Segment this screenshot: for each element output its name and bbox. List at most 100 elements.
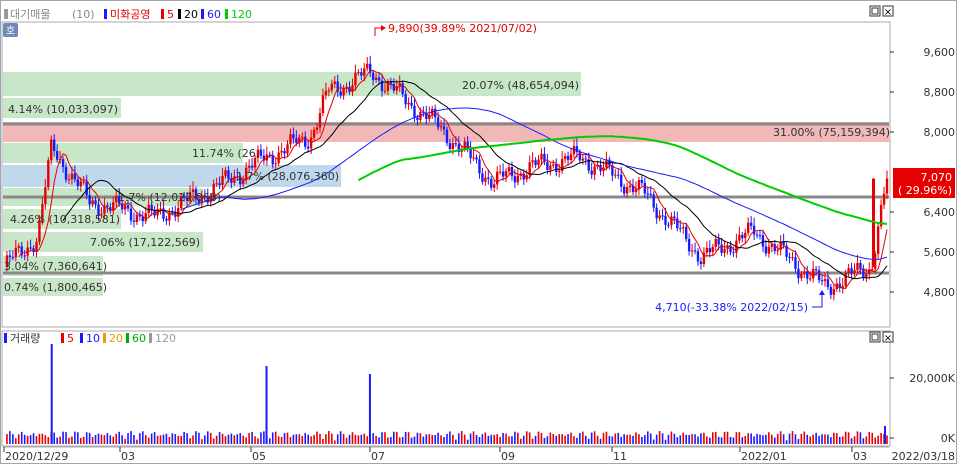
candle-body[interactable] — [215, 183, 218, 185]
candle-body[interactable] — [555, 164, 558, 172]
candle-body[interactable] — [770, 244, 774, 247]
ma-legend-60[interactable]: 60 — [207, 8, 221, 21]
candle-body[interactable] — [871, 268, 874, 270]
candle-body[interactable] — [29, 247, 32, 249]
candle-body[interactable] — [682, 226, 685, 229]
candle-body[interactable] — [885, 178, 889, 194]
candle-body[interactable] — [661, 215, 664, 217]
candle-body[interactable] — [126, 205, 130, 209]
volume-spike[interactable] — [368, 374, 371, 444]
candle-body[interactable] — [88, 195, 91, 205]
candle-body[interactable] — [312, 129, 316, 138]
candle-body[interactable] — [800, 273, 803, 279]
vol-ma-legend-60[interactable]: 60 — [132, 332, 146, 345]
candle-body[interactable] — [123, 205, 127, 210]
candle-body[interactable] — [389, 82, 393, 84]
candle-body[interactable] — [637, 179, 641, 190]
candle-body[interactable] — [407, 102, 410, 105]
candle-body[interactable] — [484, 177, 487, 182]
candle-body[interactable] — [451, 143, 455, 149]
candle-body[interactable] — [794, 257, 797, 269]
candle-body[interactable] — [776, 249, 779, 252]
candle-body[interactable] — [14, 247, 18, 258]
candle-body[interactable] — [614, 174, 617, 176]
candle-body[interactable] — [882, 193, 886, 205]
candle-body[interactable] — [723, 248, 726, 253]
stock-chart[interactable]: 20.07% (48,654,094) 4.14% (10,033,097) 3… — [0, 0, 957, 464]
candle-body[interactable] — [853, 270, 856, 274]
ma-legend-5[interactable]: 5 — [167, 8, 174, 21]
candle-body[interactable] — [634, 189, 638, 193]
candle-body[interactable] — [531, 160, 534, 163]
candle-body[interactable] — [55, 151, 59, 160]
candle-body[interactable] — [404, 94, 407, 105]
candle-body[interactable] — [91, 200, 94, 205]
candle-body[interactable] — [76, 179, 80, 187]
candle-body[interactable] — [442, 126, 446, 130]
candle-body[interactable] — [493, 184, 496, 188]
candle-body[interactable] — [581, 158, 585, 161]
candle-body[interactable] — [339, 91, 342, 96]
candle-body[interactable] — [540, 153, 543, 160]
volume-spike[interactable] — [884, 426, 886, 444]
candle-body[interactable] — [622, 186, 626, 194]
candle-body[interactable] — [679, 228, 682, 230]
price-legend-stock-name[interactable]: 미화공영 — [110, 8, 150, 21]
candle-body[interactable] — [120, 203, 124, 210]
candle-body[interactable] — [132, 220, 136, 223]
candle-body[interactable] — [640, 179, 644, 183]
candle-body[interactable] — [61, 159, 65, 168]
candle-body[interactable] — [643, 182, 647, 194]
candle-body[interactable] — [699, 261, 703, 265]
candle-body[interactable] — [670, 216, 673, 226]
candle-body[interactable] — [687, 239, 691, 252]
candle-body[interactable] — [865, 274, 868, 278]
candle-body[interactable] — [507, 167, 511, 172]
candle-body[interactable] — [410, 102, 413, 106]
candle-body[interactable] — [584, 158, 587, 160]
volume-legend-indicator[interactable]: 거래량 — [10, 332, 40, 345]
candle-body[interactable] — [448, 143, 452, 149]
candle-body[interactable] — [859, 262, 862, 269]
candle-body[interactable] — [617, 174, 620, 176]
candle-body[interactable] — [478, 159, 481, 174]
candle-body[interactable] — [73, 173, 77, 180]
candle-body[interactable] — [106, 205, 109, 208]
candle-body[interactable] — [333, 81, 336, 84]
candle-body[interactable] — [283, 150, 286, 154]
candle-body[interactable] — [832, 289, 836, 295]
candle-body[interactable] — [321, 95, 325, 114]
candle-body[interactable] — [445, 129, 449, 144]
candle-body[interactable] — [301, 136, 304, 138]
candle-body[interactable] — [658, 215, 661, 219]
candle-body[interactable] — [732, 252, 735, 254]
candle-body[interactable] — [823, 279, 827, 282]
candle-body[interactable] — [490, 179, 493, 188]
candle-body[interactable] — [82, 181, 85, 183]
candle-body[interactable] — [165, 218, 168, 221]
candle-body[interactable] — [850, 268, 853, 274]
candle-body[interactable] — [501, 171, 505, 177]
candle-body[interactable] — [788, 256, 791, 258]
ma-legend-120[interactable]: 120 — [231, 8, 252, 21]
candle-body[interactable] — [566, 155, 570, 160]
candle-body[interactable] — [513, 176, 517, 183]
candle-body[interactable] — [306, 146, 310, 149]
candle-body[interactable] — [330, 83, 334, 91]
candle-body[interactable] — [17, 246, 20, 248]
candle-body[interactable] — [856, 262, 859, 271]
vol-ma-legend-5[interactable]: 5 — [67, 332, 74, 345]
candle-body[interactable] — [552, 164, 555, 166]
candle-body[interactable] — [439, 126, 443, 128]
candle-body[interactable] — [224, 170, 227, 176]
candle-body[interactable] — [868, 269, 871, 275]
candle-body[interactable] — [655, 207, 658, 219]
candle-body[interactable] — [469, 148, 472, 159]
candle-body[interactable] — [717, 238, 720, 245]
candle-body[interactable] — [744, 232, 747, 239]
candle-body[interactable] — [749, 222, 753, 226]
candle-body[interactable] — [135, 214, 139, 223]
candle-body[interactable] — [814, 268, 818, 271]
candle-body[interactable] — [354, 72, 357, 86]
candle-body[interactable] — [537, 159, 540, 165]
